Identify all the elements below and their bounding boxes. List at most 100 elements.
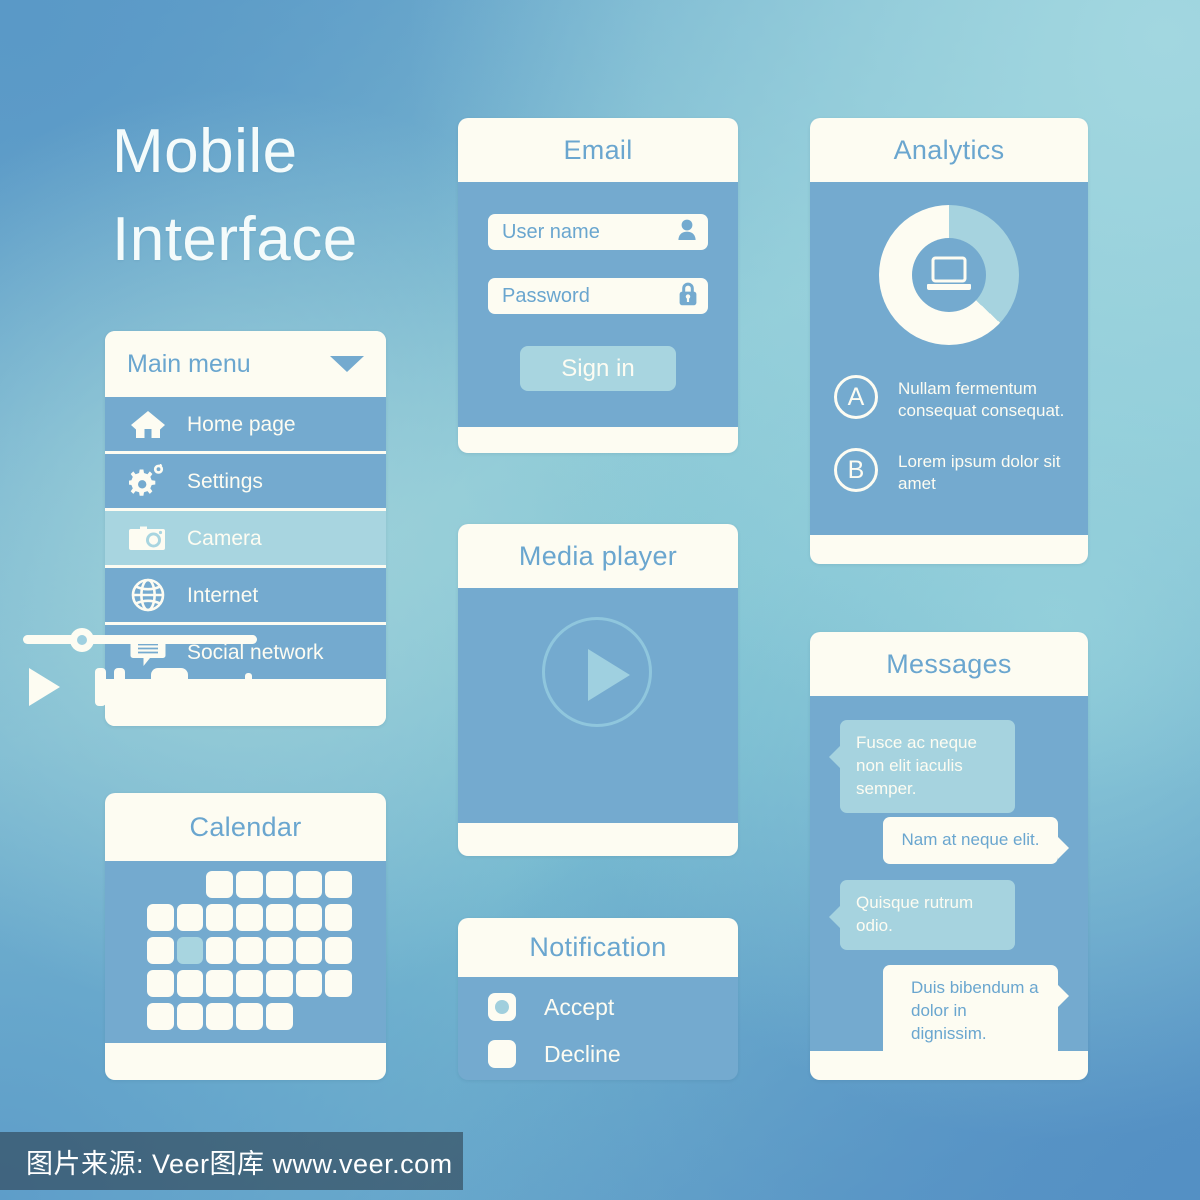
calendar-day[interactable] (176, 904, 204, 931)
home-icon (127, 406, 169, 442)
accept-label: Accept (544, 993, 615, 1020)
messages-title: Messages (810, 632, 1088, 696)
notification-panel: Notification Accept Decline (458, 918, 738, 1080)
calendar-day[interactable] (206, 937, 234, 964)
calendar-day[interactable] (236, 904, 263, 931)
volume-bar (205, 700, 212, 706)
decline-label: Decline (544, 1040, 621, 1067)
volume-bars-icon[interactable] (205, 668, 257, 706)
sidebar-item-label: Social network (187, 640, 324, 664)
message-bubble-incoming[interactable]: Fusce ac neque non elit iaculis semper. (829, 720, 1015, 813)
messages-panel: Messages Fusce ac neque non elit iaculis… (810, 632, 1088, 1080)
calendar-footer (105, 1043, 386, 1080)
volume-bar (215, 694, 222, 706)
calendar-day[interactable] (236, 970, 263, 997)
calendar-day[interactable] (325, 970, 352, 997)
volume-bar (245, 673, 252, 706)
page-title-line-1: Mobile (112, 117, 298, 186)
calendar-day[interactable] (325, 937, 352, 964)
calendar-day[interactable] (206, 1003, 234, 1030)
sidebar-item-internet[interactable]: Internet (105, 568, 386, 625)
calendar-day-blank (177, 871, 204, 898)
calendar-day[interactable] (265, 1003, 293, 1030)
sidebar-item-label: Home page (187, 412, 296, 436)
calendar-day[interactable] (295, 871, 323, 898)
calendar-day-blank (325, 1003, 352, 1030)
sidebar-item-home-page[interactable]: Home page (105, 397, 386, 454)
ui-kit-stage: Mobile Interface Main menu Home page Set… (0, 0, 1200, 1200)
decline-option[interactable]: Decline (488, 1040, 621, 1068)
play-triangle-icon (588, 649, 630, 701)
sidebar-item-label: Camera (187, 526, 262, 550)
calendar-day[interactable] (176, 970, 204, 997)
donut-chart (879, 205, 1019, 345)
legend-badge: B (834, 448, 878, 492)
calendar-day[interactable] (206, 871, 234, 898)
chevron-down-icon[interactable] (330, 356, 364, 372)
calendar-day[interactable] (147, 970, 174, 997)
calendar-day[interactable] (147, 904, 174, 931)
analytics-title: Analytics (810, 118, 1088, 182)
accept-option[interactable]: Accept (488, 993, 614, 1021)
pause-button[interactable] (95, 668, 125, 706)
calendar-day[interactable] (147, 937, 174, 964)
legend-text: Lorem ipsum dolor sit amet (898, 452, 1061, 494)
calendar-day[interactable] (236, 871, 263, 898)
calendar-day[interactable] (236, 937, 263, 964)
username-input[interactable]: User name (488, 214, 708, 250)
calendar-day[interactable] (236, 1003, 263, 1030)
email-title: Email (458, 118, 738, 182)
calendar-panel: Calendar (105, 793, 386, 1080)
email-panel: Email User name Password Sign in (458, 118, 738, 453)
calendar-day[interactable] (176, 1003, 204, 1030)
password-input[interactable]: Password (488, 278, 708, 314)
lock-icon (676, 281, 700, 312)
sidebar-item-label: Settings (187, 469, 263, 493)
username-placeholder: User name (502, 221, 600, 243)
calendar-day[interactable] (295, 937, 323, 964)
volume-bar (235, 680, 242, 706)
legend-text: Nullam fermentum consequat consequat. (898, 379, 1065, 421)
stop-button[interactable] (151, 668, 188, 705)
camera-icon (127, 520, 169, 556)
calendar-day[interactable] (325, 871, 352, 898)
media-player-footer (458, 823, 738, 856)
sidebar-item-label: Internet (187, 583, 259, 607)
calendar-day[interactable] (325, 904, 352, 931)
play-circle-icon[interactable] (542, 617, 652, 727)
seek-handle[interactable] (69, 628, 94, 652)
calendar-day[interactable] (265, 904, 293, 931)
calendar-day[interactable] (295, 970, 323, 997)
globe-icon (127, 577, 169, 613)
main-menu-header[interactable]: Main menu (105, 331, 386, 397)
main-menu-label: Main menu (127, 349, 251, 378)
password-placeholder: Password (502, 285, 590, 307)
analytics-panel: Analytics A Nullam fermentum consequat c… (810, 118, 1088, 564)
messages-footer (810, 1051, 1088, 1080)
email-footer (458, 427, 738, 453)
calendar-day[interactable] (265, 871, 293, 898)
calendar-day[interactable] (206, 970, 234, 997)
watermark: 图片来源: Veer图库 www.veer.com (0, 1132, 463, 1190)
radio-empty-icon[interactable] (488, 1040, 516, 1068)
seek-bar[interactable] (23, 635, 257, 644)
radio-selected-icon[interactable] (488, 993, 516, 1021)
play-button[interactable] (29, 668, 60, 706)
calendar-title: Calendar (105, 793, 386, 861)
analytics-footer (810, 535, 1088, 564)
calendar-day-blank (147, 871, 174, 898)
calendar-day[interactable] (295, 904, 323, 931)
calendar-grid[interactable] (147, 871, 352, 1030)
sidebar-item-camera[interactable]: Camera (105, 511, 386, 568)
legend-item-b: B Lorem ipsum dolor sit amet (834, 448, 1070, 496)
calendar-day[interactable] (147, 1003, 174, 1030)
calendar-day[interactable] (265, 937, 293, 964)
sidebar-item-settings[interactable]: Settings (105, 454, 386, 511)
calendar-day-selected[interactable] (176, 937, 204, 964)
sign-in-button[interactable]: Sign in (520, 346, 676, 391)
calendar-day[interactable] (206, 904, 234, 931)
message-bubble-outgoing[interactable]: Duis bibendum a dolor in dignissim. (883, 965, 1069, 1058)
calendar-day[interactable] (265, 970, 293, 997)
message-bubble-incoming[interactable]: Quisque rutrum odio. (829, 880, 1015, 950)
message-bubble-outgoing[interactable]: Nam at neque elit. (883, 817, 1069, 864)
